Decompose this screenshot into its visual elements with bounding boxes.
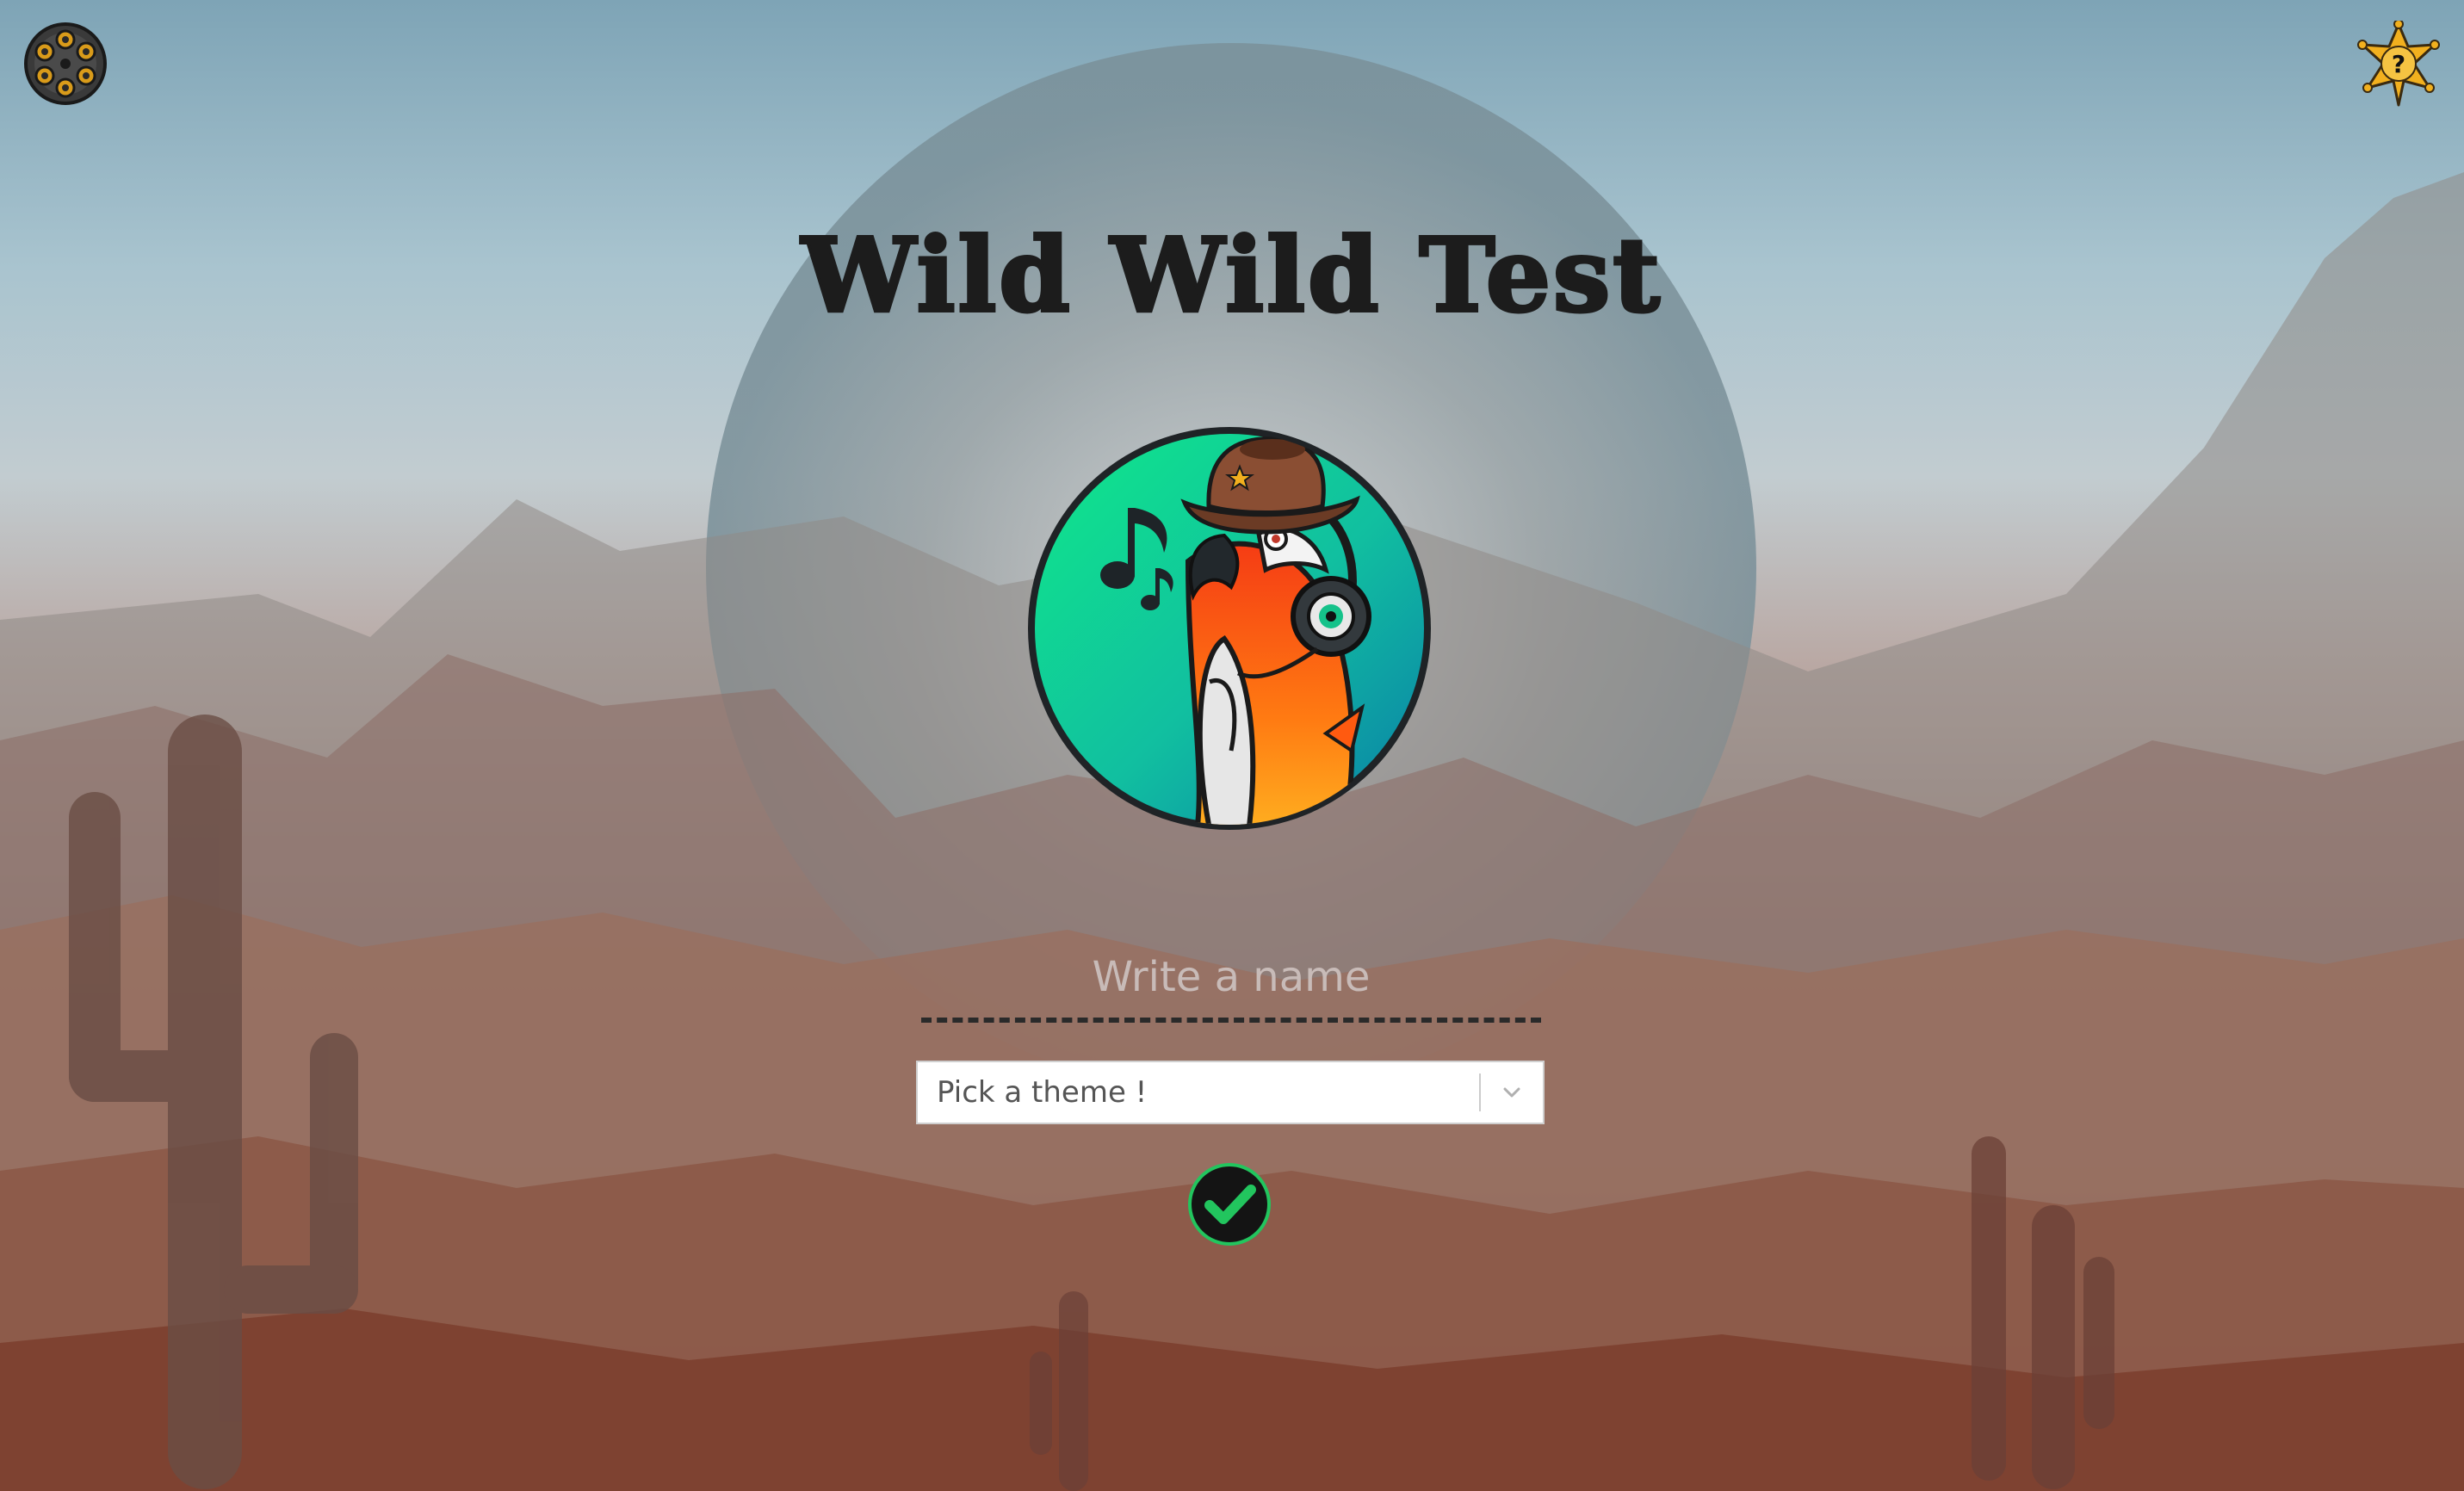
theme-select[interactable]: Pick a theme ! — [916, 1061, 1545, 1124]
app-logo — [1025, 424, 1434, 833]
cowboy-parrot-headphones-logo — [1028, 427, 1431, 830]
settings-button[interactable] — [22, 21, 108, 107]
sheriff-star-help-icon: ? — [2357, 19, 2440, 107]
checkmark-icon — [1188, 1163, 1271, 1246]
chevron-down-icon[interactable] — [1481, 1061, 1543, 1123]
confirm-button[interactable] — [1187, 1162, 1272, 1247]
svg-text:?: ? — [2392, 50, 2405, 78]
theme-select-placeholder: Pick a theme ! — [937, 1075, 1148, 1110]
name-input[interactable] — [921, 947, 1541, 1023]
revolver-cylinder-icon — [24, 22, 107, 105]
app-title: Wild Wild Test — [800, 213, 1662, 337]
help-button[interactable]: ? — [2356, 19, 2442, 107]
